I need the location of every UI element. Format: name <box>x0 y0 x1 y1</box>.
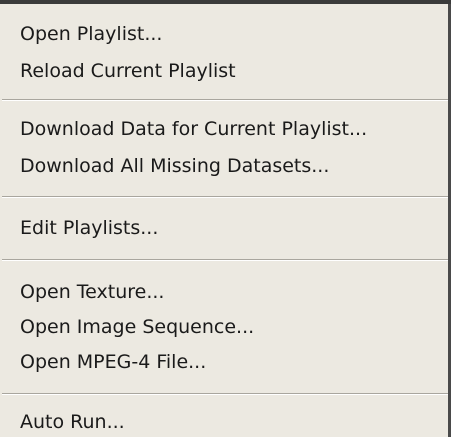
menu-separator <box>2 99 448 101</box>
menu-top-border <box>0 0 451 4</box>
menu-item-download-data-current-playlist[interactable]: Download Data for Current Playlist... <box>20 114 367 144</box>
menu-item-auto-run[interactable]: Auto Run... <box>20 407 125 437</box>
menu-item-open-image-sequence[interactable]: Open Image Sequence... <box>20 312 254 342</box>
menu-separator <box>2 196 448 198</box>
menu-item-reload-current-playlist[interactable]: Reload Current Playlist <box>20 56 236 86</box>
menu-item-open-mpeg4-file[interactable]: Open MPEG-4 File... <box>20 347 206 377</box>
menu-separator <box>2 259 448 261</box>
menu-item-edit-playlists[interactable]: Edit Playlists... <box>20 213 158 243</box>
menu-item-open-playlist[interactable]: Open Playlist... <box>20 19 162 49</box>
menu-item-download-all-missing-datasets[interactable]: Download All Missing Datasets... <box>20 151 329 181</box>
playlist-menu: Open Playlist... Reload Current Playlist… <box>0 0 451 437</box>
menu-item-open-texture[interactable]: Open Texture... <box>20 277 164 307</box>
menu-separator <box>2 393 448 395</box>
